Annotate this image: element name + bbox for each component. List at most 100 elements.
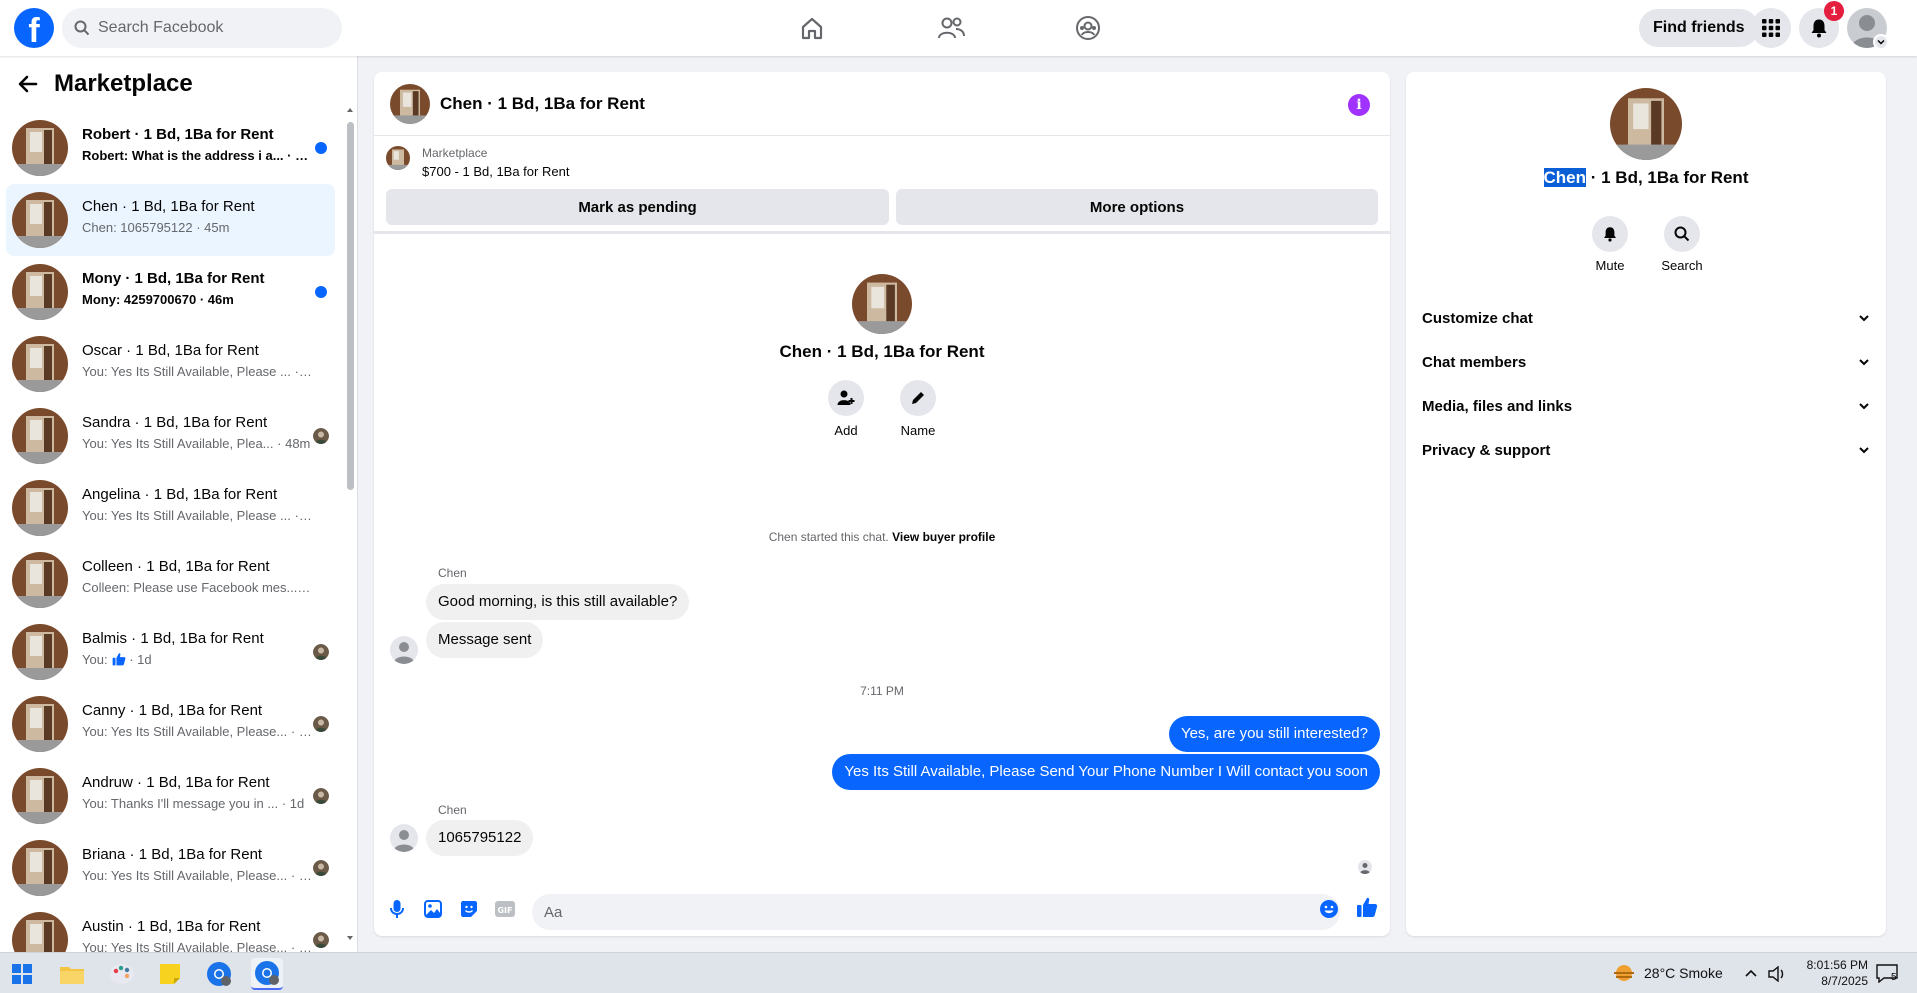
- chevron-down-icon: [1859, 359, 1869, 366]
- emoji-button[interactable]: [1318, 898, 1340, 920]
- marketplace-header: Marketplace: [0, 56, 358, 112]
- system-clock[interactable]: 8:01:56 PM 8/7/2025: [1776, 957, 1868, 989]
- nav-friends[interactable]: [896, 8, 1006, 48]
- listing-price[interactable]: $700 - 1 Bd, 1Ba for Rent: [422, 164, 569, 179]
- outgoing-message[interactable]: Yes, are you still interested?: [1168, 716, 1380, 752]
- sticker-button[interactable]: [458, 898, 480, 920]
- incoming-message[interactable]: 1065795122: [426, 820, 534, 856]
- groups-icon: [1076, 16, 1100, 40]
- details-avatar[interactable]: [1610, 88, 1682, 160]
- section-privacy-support[interactable]: Privacy & support: [1422, 428, 1870, 472]
- unread-indicator: [315, 142, 327, 154]
- preview-text: Robert: What is the address i a...: [82, 148, 284, 163]
- search-input[interactable]: [98, 19, 318, 37]
- details-title-rest: · 1 Bd, 1Ba for Rent: [1586, 168, 1749, 187]
- view-buyer-profile-link[interactable]: View buyer profile: [892, 530, 995, 544]
- intro-listing-avatar: [852, 274, 912, 334]
- seen-avatar-icon: [313, 788, 329, 804]
- add-people-button[interactable]: Add: [816, 380, 876, 438]
- folder-icon: [60, 967, 84, 984]
- scrollbar-thumb[interactable]: [347, 122, 354, 490]
- info-icon[interactable]: i: [1348, 94, 1370, 116]
- taskbar-sticky-notes[interactable]: [154, 958, 186, 990]
- conversation-item[interactable]: Chen · 1 Bd, 1Ba for Rent Chen: 106579512…: [6, 184, 335, 256]
- chat-title[interactable]: Chen · 1 Bd, 1Ba for Rent: [440, 94, 645, 114]
- taskbar-file-explorer[interactable]: [56, 958, 88, 990]
- more-options-button[interactable]: More options: [896, 189, 1378, 225]
- add-label: Add: [834, 423, 858, 438]
- conversation-item[interactable]: Austin · 1 Bd, 1Ba for Rent You: Yes Its …: [6, 904, 335, 952]
- chrome-icon: [255, 961, 279, 985]
- sender-avatar[interactable]: [390, 636, 418, 664]
- chevron-down-icon: [1877, 39, 1885, 45]
- taskbar-chrome-1[interactable]: [203, 958, 235, 990]
- bell-icon: [1604, 227, 1616, 242]
- conversation-item[interactable]: Andruw · 1 Bd, 1Ba for Rent You: Thanks I…: [6, 760, 335, 832]
- conversation-list: Robert · 1 Bd, 1Ba for Rent Robert: What …: [0, 112, 340, 952]
- outgoing-message[interactable]: Yes Its Still Available, Please Send You…: [832, 754, 1380, 790]
- conversation-item[interactable]: Colleen · 1 Bd, 1Ba for Rent Colleen: Ple…: [6, 544, 335, 616]
- voice-clip-button[interactable]: [386, 898, 408, 920]
- attach-photo-button[interactable]: [422, 898, 444, 920]
- conversation-preview: You: Yes Its Still Available, Please ...…: [82, 508, 312, 523]
- smoke-weather-icon: [1614, 965, 1634, 981]
- sender-avatar[interactable]: [390, 824, 418, 852]
- chat-started-notice: Chen started this chat. View buyer profi…: [374, 530, 1390, 544]
- windows-logo-icon: [12, 964, 32, 984]
- section-media-files-links[interactable]: Media, files and links: [1422, 384, 1870, 428]
- weather-widget[interactable]: 28°C Smoke: [1612, 963, 1723, 983]
- conversation-preview: You: Thanks I'll message you in ... · 1d: [82, 796, 312, 811]
- message-input[interactable]: [544, 903, 1304, 921]
- mark-as-pending-button[interactable]: Mark as pending: [386, 189, 889, 225]
- preview-text: You: Yes Its Still Available, Please ...: [82, 364, 291, 379]
- like-button[interactable]: [1356, 896, 1378, 918]
- preview-time: · 48m: [277, 436, 311, 451]
- message-input-box[interactable]: [532, 894, 1340, 930]
- conversation-item[interactable]: Oscar · 1 Bd, 1Ba for Rent You: Yes Its S…: [6, 328, 335, 400]
- incoming-message[interactable]: Good morning, is this still available?: [426, 584, 690, 620]
- listing-thumbnail[interactable]: [386, 146, 410, 170]
- conversation-item[interactable]: Mony · 1 Bd, 1Ba for Rent Mony: 425970067…: [6, 256, 335, 328]
- scroll-up-icon[interactable]: [344, 104, 356, 116]
- section-customize-chat[interactable]: Customize chat: [1422, 296, 1870, 340]
- nav-home[interactable]: [757, 8, 867, 48]
- details-title: Chen · 1 Bd, 1Ba for Rent: [1406, 168, 1886, 188]
- notification-center-button[interactable]: 5: [1876, 963, 1902, 985]
- taskbar-chrome-2[interactable]: [251, 958, 283, 990]
- preview-time: · 45m: [196, 220, 230, 235]
- read-receipt-avatar: [1358, 860, 1372, 874]
- account-caret[interactable]: [1873, 34, 1889, 50]
- search-box[interactable]: [62, 8, 342, 48]
- conversation-item[interactable]: Sandra · 1 Bd, 1Ba for Rent You: Yes Its …: [6, 400, 335, 472]
- scroll-down-icon[interactable]: [344, 932, 356, 944]
- conversation-thumbnail: [12, 552, 68, 608]
- conversation-item[interactable]: Balmis · 1 Bd, 1Ba for Rent You: · 1d: [6, 616, 335, 688]
- preview-text: You: Thanks I'll message you in ...: [82, 796, 279, 811]
- preview-time: · 48m: [294, 508, 313, 523]
- conversation-item[interactable]: Canny · 1 Bd, 1Ba for Rent You: Yes Its S…: [6, 688, 335, 760]
- seen-avatar-icon: [313, 644, 329, 660]
- chevron-down-icon: [1859, 315, 1869, 322]
- section-label: Media, files and links: [1422, 397, 1573, 415]
- marketplace-listing-bar: Marketplace $700 - 1 Bd, 1Ba for Rent Ma…: [374, 136, 1390, 234]
- search-in-chat-button[interactable]: Search: [1650, 216, 1714, 273]
- chat-listing-thumbnail[interactable]: [390, 83, 430, 124]
- find-friends-button[interactable]: Find friends: [1639, 9, 1759, 47]
- conversation-item[interactable]: Briana · 1 Bd, 1Ba for Rent You: Yes Its …: [6, 832, 335, 904]
- taskbar-paint[interactable]: [106, 958, 138, 990]
- section-chat-members[interactable]: Chat members: [1422, 340, 1870, 384]
- chevron-up-icon[interactable]: [1744, 967, 1758, 981]
- conversation-item[interactable]: Angelina · 1 Bd, 1Ba for Rent You: Yes It…: [6, 472, 335, 544]
- gif-button[interactable]: GIF: [494, 898, 516, 920]
- nav-groups[interactable]: [1033, 8, 1143, 48]
- back-arrow-icon[interactable]: [16, 72, 40, 96]
- mute-button[interactable]: Mute: [1578, 216, 1642, 273]
- listing-photo-icon: [12, 840, 68, 896]
- start-button[interactable]: [6, 958, 38, 990]
- name-chat-button[interactable]: Name: [888, 380, 948, 438]
- facebook-logo[interactable]: f: [14, 8, 54, 48]
- conversation-item[interactable]: Robert · 1 Bd, 1Ba for Rent Robert: What …: [6, 112, 335, 184]
- preview-time: · 46m: [199, 292, 234, 307]
- menu-button[interactable]: [1751, 8, 1791, 48]
- incoming-message[interactable]: Message sent: [426, 622, 544, 658]
